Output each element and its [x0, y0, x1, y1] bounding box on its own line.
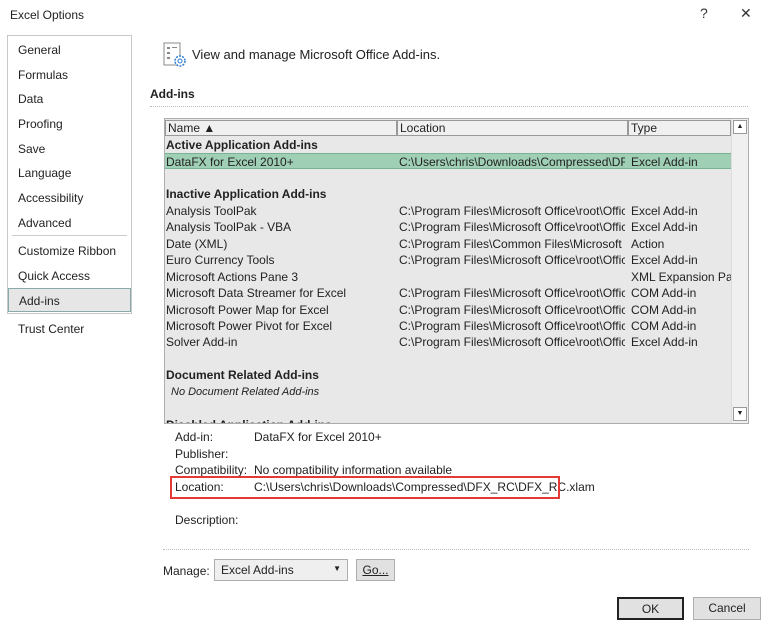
spacer-row — [165, 400, 732, 416]
group-label: Inactive Application Add-ins — [166, 187, 327, 202]
group-label: Disabled Application Add-ins — [166, 417, 566, 423]
nav-divider — [12, 235, 127, 236]
section-title: Add-ins — [150, 87, 195, 101]
addin-location: C:\Program Files\Microsoft Office\root\O… — [399, 335, 625, 350]
sidebar-item-add-ins[interactable]: Add-ins — [8, 288, 131, 312]
sidebar-item-proofing[interactable]: Proofing — [8, 112, 131, 136]
addin-location: C:\Program Files\Microsoft Office\root\O… — [399, 220, 625, 235]
publisher-label: Publisher: — [175, 447, 229, 461]
list-item: No Document Related Add-ins — [165, 384, 732, 400]
list-item[interactable]: Date (XML) C:\Program Files\Common Files\… — [165, 236, 732, 252]
close-button[interactable]: ✕ — [740, 5, 752, 22]
sidebar-item-trust-center[interactable]: Trust Center — [8, 317, 131, 341]
addin-location: C:\Program Files\Microsoft Office\root\O… — [399, 253, 625, 268]
spacer-row — [165, 351, 732, 367]
addin-location: C:\Program Files\Microsoft Office\root\O… — [399, 203, 625, 218]
column-header-location[interactable]: Location — [397, 120, 628, 136]
addin-type: Excel Add-in — [631, 155, 698, 170]
addin-type: XML Expansion Pack — [631, 269, 741, 284]
page-heading: View and manage Microsoft Office Add-ins… — [192, 47, 441, 62]
addin-location: C:\Program Files\Microsoft Office\root\O… — [399, 302, 625, 317]
sidebar-item-quick-access-toolbar[interactable]: Quick Access Toolbar — [8, 264, 131, 307]
column-header-type[interactable]: Type — [628, 120, 731, 136]
list-item[interactable]: Microsoft Power Map for Excel C:\Program … — [165, 302, 732, 318]
window-title: Excel Options — [10, 8, 85, 22]
group-header: Inactive Application Add-ins — [165, 186, 732, 202]
manage-divider — [163, 549, 749, 550]
group-label: Document Related Add-ins — [166, 368, 319, 383]
list-item[interactable]: DataFX for Excel 2010+ C:\Users\chris\Dow… — [165, 153, 732, 170]
addin-name: Analysis ToolPak — [166, 203, 257, 218]
description-label: Description: — [175, 513, 239, 527]
group-header: Active Application Add-ins — [165, 137, 732, 153]
section-divider — [150, 106, 748, 107]
group-header: Disabled Application Add-ins — [165, 417, 732, 423]
list-item[interactable]: Microsoft Data Streamer for Excel C:\Prog… — [165, 285, 732, 301]
addin-name: Solver Add-in — [166, 335, 238, 350]
sidebar-item-save[interactable]: Save — [8, 137, 131, 161]
sidebar-nav: General Formulas Data Proofing Save Language A… — [7, 35, 132, 336]
list-item[interactable]: Microsoft Actions Pane 3 XML Expansion Pa… — [165, 269, 741, 285]
manage-select-value: Excel Add-ins — [221, 563, 294, 577]
addin-name: Euro Currency Tools — [166, 253, 275, 268]
addin-type: Excel Add-in — [631, 253, 698, 268]
sidebar-item-customize-ribbon[interactable]: Customize Ribbon — [8, 239, 131, 263]
addin-name: Microsoft Power Pivot for Excel — [166, 318, 333, 333]
ok-button[interactable]: OK — [617, 597, 684, 620]
addin-location: C:\Program Files\Common Files\Microsoft … — [399, 236, 625, 251]
addin-type: COM Add-in — [631, 318, 697, 333]
addin-label: Add-in: — [175, 430, 214, 444]
chevron-down-icon: ▼ — [333, 564, 341, 573]
addin-type: COM Add-in — [631, 302, 697, 317]
group-header: Document Related Add-ins — [165, 367, 732, 383]
addin-name: Microsoft Data Streamer for Excel — [166, 286, 347, 301]
addin-location: C:\Users\chris\Downloads\Compressed\DFX_ — [399, 155, 625, 170]
addin-location: C:\Program Files\Microsoft Office\root\O… — [399, 318, 625, 333]
sidebar-item-language[interactable]: Language — [8, 161, 131, 185]
scroll-down-arrow-icon[interactable]: ▼ — [733, 407, 747, 421]
addin-location: C:\Program Files\Microsoft Office\root\O… — [399, 286, 625, 301]
group-label: Active Application Add-ins — [166, 138, 318, 152]
list-item[interactable]: Euro Currency Tools C:\Program Files\Micr… — [165, 252, 732, 268]
addin-name: Analysis ToolPak - VBA — [166, 220, 292, 235]
manage-select[interactable]: Excel Add-ins ▼ — [214, 559, 348, 581]
addin-type: Excel Add-in — [631, 203, 698, 218]
column-header-name[interactable]: Name ▲ — [165, 120, 397, 136]
empty-note: No Document Related Add-ins — [171, 385, 320, 398]
help-button[interactable]: ? — [700, 5, 708, 21]
compatibility-value: No compatibility information available — [254, 463, 453, 477]
addin-type: Excel Add-in — [631, 220, 698, 235]
addins-gear-icon — [163, 42, 187, 68]
addin-type: Excel Add-in — [631, 335, 698, 350]
list-item[interactable]: Solver Add-in C:\Program Files\Microsoft … — [165, 334, 732, 350]
addin-name: Microsoft Power Map for Excel — [166, 302, 329, 317]
manage-label: Manage: — [163, 564, 210, 578]
location-highlight-box — [170, 476, 560, 499]
sidebar-item-general[interactable]: General — [8, 38, 131, 62]
addin-name: Date (XML) — [166, 236, 228, 251]
addin-value: DataFX for Excel 2010+ — [254, 430, 382, 444]
compatibility-label: Compatibility: — [175, 463, 248, 477]
go-button[interactable]: Go... — [356, 559, 395, 581]
sidebar-item-data[interactable]: Data — [8, 87, 131, 111]
list-item[interactable]: Microsoft Power Pivot for Excel C:\Progra… — [165, 318, 732, 334]
sidebar-item-accessibility[interactable]: Accessibility — [8, 186, 131, 210]
spacer-row — [165, 170, 732, 186]
addins-list[interactable]: Name ▲ Location Type Active Application … — [164, 118, 749, 424]
list-item[interactable]: Analysis ToolPak - VBA C:\Program Files\M… — [165, 219, 732, 235]
addin-type: Action — [631, 236, 665, 251]
sidebar-item-advanced[interactable]: Advanced — [8, 211, 131, 235]
scrollbar[interactable]: ▲ ▼ — [731, 119, 748, 423]
addin-name: Microsoft Actions Pane 3 — [166, 269, 299, 284]
list-item[interactable]: Analysis ToolPak C:\Program Files\Microso… — [165, 203, 732, 219]
addin-name: DataFX for Excel 2010+ — [166, 155, 294, 170]
cancel-button[interactable]: Cancel — [693, 597, 761, 620]
addin-type: COM Add-in — [631, 286, 697, 301]
sidebar-item-formulas[interactable]: Formulas — [8, 63, 131, 87]
scroll-up-arrow-icon[interactable]: ▲ — [733, 120, 747, 134]
